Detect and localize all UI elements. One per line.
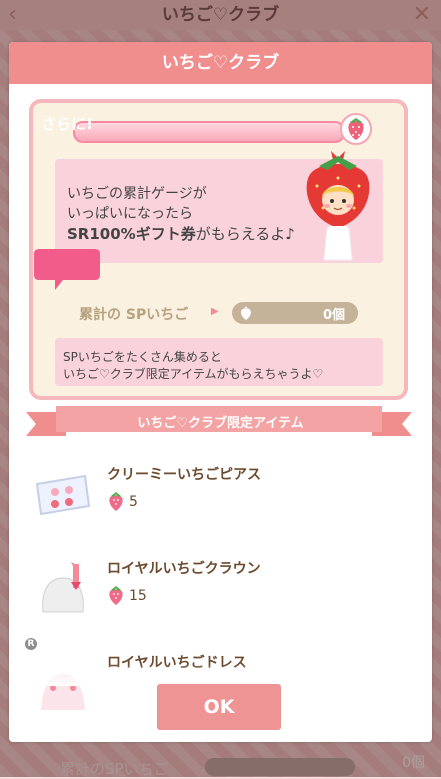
item-cost: 5 xyxy=(129,494,138,510)
limited-items-title: いちご♡クラブ限定アイテム xyxy=(137,416,304,431)
note-line-2: いちご♡クラブ限定アイテムがもらえちゃうよ♡ xyxy=(63,367,324,381)
cumulative-gauge-bar xyxy=(73,121,345,143)
item-cost: 15 xyxy=(129,588,147,604)
info-line-1: いちごの累計ゲージが xyxy=(67,186,207,202)
info-line-2: いっぱいになったら xyxy=(67,206,193,222)
strawberry-mascot-image xyxy=(306,151,370,261)
gauge-card: いちごの累計ゲージが いっぱいになったら SR100%ギフト券がもらえるよ♪ さ… xyxy=(29,99,408,400)
piercing-item-image xyxy=(35,474,91,516)
caret-right-icon: ▶ xyxy=(211,306,219,317)
info-line-3: SR100%ギフト券がもらえるよ♪ xyxy=(67,223,295,244)
strawberry-icon xyxy=(109,586,123,605)
item-name: クリーミーいちごピアス xyxy=(107,467,261,483)
item-name: ロイヤルいちごクラウン xyxy=(107,561,261,577)
sp-strawberry-count: 0個 xyxy=(322,308,345,323)
sp-strawberry-label: 累計の SPいちご xyxy=(79,307,189,323)
crown-item-image xyxy=(42,562,84,613)
strawberry-icon xyxy=(109,492,123,511)
list-item[interactable]: ロイヤルいちごクラウン 15 xyxy=(9,550,432,630)
ok-button[interactable]: OK xyxy=(157,684,281,730)
gift-ticket-text: SR100%ギフト券 xyxy=(67,225,196,243)
moreover-badge-text: さらに! xyxy=(41,115,93,133)
strawberry-icon xyxy=(340,113,372,145)
list-fade xyxy=(9,664,432,686)
note-line-1: SPいちごをたくさん集めると xyxy=(63,350,222,364)
list-item[interactable]: クリーミーいちごピアス 5 xyxy=(9,456,432,536)
sp-note-box: SPいちごをたくさん集めると いちご♡クラブ限定アイテムがもらえちゃうよ♡ xyxy=(55,338,383,386)
info-line-3-tail: がもらえるよ♪ xyxy=(195,225,295,243)
dialog-title: いちご♡クラブ xyxy=(9,42,432,84)
strawberry-club-dialog: いちご♡クラブ いちごの累計ゲージが いっぱいになったら SR100%ギフト券が… xyxy=(9,42,432,742)
moreover-badge-bubble xyxy=(34,249,100,290)
sp-strawberry-icon xyxy=(241,306,251,320)
